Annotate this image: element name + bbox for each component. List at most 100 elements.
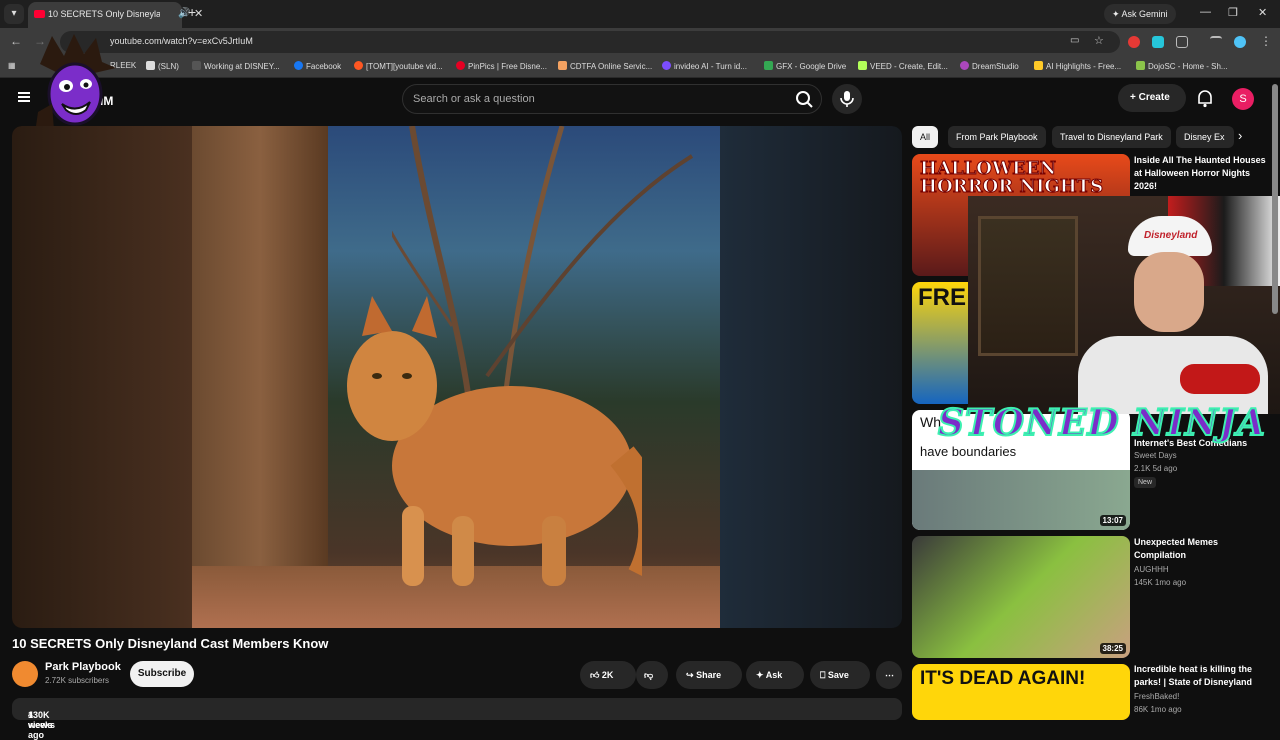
bookmark-star-icon[interactable]: ☆	[1094, 34, 1104, 47]
save-button[interactable]: ⎕ Save	[810, 661, 870, 689]
tab-active[interactable]: 10 SECRETS Only Disneyland 🔊 ✕	[28, 2, 203, 28]
youtube-masthead: uM Search or ask a question + Create S	[0, 78, 1280, 120]
bookmark-label: CDTFA Online Servic...	[570, 62, 653, 71]
rec-title[interactable]: Unexpected Memes Compilation	[1134, 536, 1268, 562]
create-button[interactable]: + Create	[1118, 84, 1186, 112]
bookmark-label: Facebook	[306, 62, 342, 71]
purple-mascot-overlay	[36, 34, 116, 130]
extension-red-icon[interactable]	[1128, 36, 1140, 48]
thumbnail-text: IT'S DEAD AGAIN!	[920, 668, 1086, 689]
duration-badge: 13:07	[1099, 515, 1126, 526]
channel-name[interactable]: Park Playbook	[45, 661, 121, 673]
bookmark-item[interactable]: Working at DISNEY...	[192, 61, 280, 71]
sparkle-icon: ✦	[756, 670, 764, 680]
notifications-bell-icon[interactable]	[1196, 88, 1214, 108]
rec-channel[interactable]: AUGHHH	[1134, 565, 1169, 574]
rec-thumbnail[interactable]: 38:25	[912, 536, 1130, 658]
rec-meta: 86K 1mo ago	[1134, 705, 1182, 714]
face	[1134, 252, 1204, 332]
video-title: 10 SECRETS Only Disneyland Cast Members …	[12, 636, 329, 651]
youtube-favicon-icon	[34, 10, 45, 18]
new-tab-button[interactable]: +	[188, 4, 196, 20]
chip-travel-disneyland[interactable]: Travel to Disneyland Park	[1052, 126, 1171, 148]
more-actions-icon[interactable]: ⋯	[876, 661, 902, 689]
bookmark-item[interactable]: (SLN)	[146, 61, 179, 71]
search-icon[interactable]	[788, 85, 820, 113]
cast-icon[interactable]: ▭	[1070, 35, 1079, 46]
bookmark-label: (SLN)	[158, 62, 179, 71]
share-button[interactable]: ↪ Share	[676, 661, 742, 689]
browser-menu-icon[interactable]: ⋮	[1260, 34, 1272, 48]
page-scrollbar[interactable]	[1272, 84, 1278, 314]
rec-channel[interactable]: FreshBaked!	[1134, 692, 1179, 701]
rec-meta: 2.1K 5d ago	[1134, 464, 1178, 473]
bookmark-label: invideo AI - Turn id...	[674, 62, 747, 71]
share-icon: ↪	[686, 670, 694, 680]
painting	[978, 216, 1078, 356]
bookmark-item[interactable]: AI Highlights - Free...	[1034, 61, 1121, 71]
maximize-icon[interactable]: ❐	[1228, 6, 1238, 19]
bookmark-item[interactable]: GFX - Google Drive	[764, 61, 846, 71]
chip-all[interactable]: All	[912, 126, 939, 148]
webcam-overlay: Disneyland	[968, 196, 1280, 414]
thumbnail-text: HALLOWEEN HORROR NIGHTS	[920, 158, 1104, 197]
thumbnail-text: FRE	[918, 284, 966, 311]
like-button[interactable]: 👍︎ 2K	[580, 661, 636, 689]
rec-thumbnail[interactable]: IT'S DEAD AGAIN!	[912, 664, 1130, 720]
bookmark-item[interactable]: Facebook	[294, 61, 341, 71]
ask-button[interactable]: ✦ Ask	[746, 661, 804, 689]
bookmark-item[interactable]: DojoSC - Home - Sh...	[1136, 61, 1228, 71]
bookmark-icon: ⎕	[820, 670, 826, 680]
channel-avatar[interactable]	[12, 661, 38, 687]
apps-icon[interactable]: ▦	[8, 61, 16, 70]
address-bar[interactable]: youtube.com/watch?v=exCv5JrtIuM ▭ ☆	[60, 31, 1120, 53]
bookmark-item[interactable]: PinPics | Free Disne...	[456, 61, 547, 71]
ask-gemini-label: Ask Gemini	[1121, 9, 1168, 19]
video-frame[interactable]	[192, 126, 720, 628]
description-box[interactable]: 130K views 4 weeks ago	[12, 698, 902, 740]
chip-from-channel[interactable]: From Park Playbook	[948, 126, 1046, 148]
search-placeholder: Search or ask a question	[413, 93, 535, 105]
bookmark-label: DreamStudio	[972, 62, 1019, 71]
create-label: Create	[1138, 92, 1170, 103]
bookmark-item[interactable]: invideo AI - Turn id...	[662, 61, 747, 71]
extension-teal-icon[interactable]	[1152, 36, 1164, 48]
microphone	[1180, 364, 1260, 394]
microphone-icon[interactable]	[832, 84, 862, 114]
bookmark-label: GFX - Google Drive	[776, 62, 847, 71]
chip-disney-ex[interactable]: Disney Ex	[1176, 126, 1234, 148]
upload-age: 4 weeks ago	[28, 710, 56, 740]
minimize-icon[interactable]: —	[1200, 6, 1211, 18]
rec-title[interactable]: Incredible heat is killing the parks! | …	[1134, 663, 1268, 689]
video-blur-left	[12, 126, 192, 628]
new-badge: New	[1134, 477, 1157, 488]
bookmark-item[interactable]: [TOMT][youtube vid...	[354, 61, 443, 71]
video-player[interactable]	[12, 126, 902, 628]
profile-icon[interactable]	[1234, 36, 1246, 48]
search-input[interactable]: Search or ask a question	[402, 84, 822, 114]
dislike-button[interactable]: 👎︎	[636, 661, 668, 689]
extensions-puzzle-icon[interactable]	[1176, 36, 1188, 48]
menu-icon[interactable]	[18, 92, 30, 94]
tab-search-button[interactable]: ▾	[4, 4, 24, 24]
rec-channel[interactable]: Sweet Days	[1134, 451, 1177, 460]
ask-label: Ask	[765, 670, 783, 680]
back-icon[interactable]: ←	[10, 34, 22, 48]
subscribe-button[interactable]: Subscribe	[130, 661, 194, 687]
view-stats: 130K views 4 weeks ago	[20, 704, 55, 740]
cap-logo: Disneyland	[1144, 230, 1198, 241]
account-avatar[interactable]: S	[1232, 88, 1254, 110]
bookmark-item[interactable]: CDTFA Online Servic...	[558, 61, 652, 71]
share-label: Share	[696, 670, 722, 680]
bookmark-item[interactable]: DreamStudio	[960, 61, 1019, 71]
rec-title[interactable]: Inside All The Haunted Houses at Hallowe…	[1134, 154, 1268, 193]
like-count: 2K	[601, 670, 614, 680]
ask-gemini-button[interactable]: ✦ Ask Gemini	[1104, 4, 1176, 24]
chevron-right-icon[interactable]: ›	[1238, 128, 1242, 143]
close-window-icon[interactable]: ✕	[1258, 6, 1267, 19]
media-controls-icon[interactable]	[1210, 36, 1222, 48]
related-chips: All From Park Playbook Travel to Disneyl…	[912, 126, 1252, 148]
subscriber-count: 2.72K subscribers	[45, 676, 110, 685]
bookmark-item[interactable]: VEED - Create, Edit...	[858, 61, 948, 71]
bookmark-label: PinPics | Free Disne...	[468, 62, 547, 71]
